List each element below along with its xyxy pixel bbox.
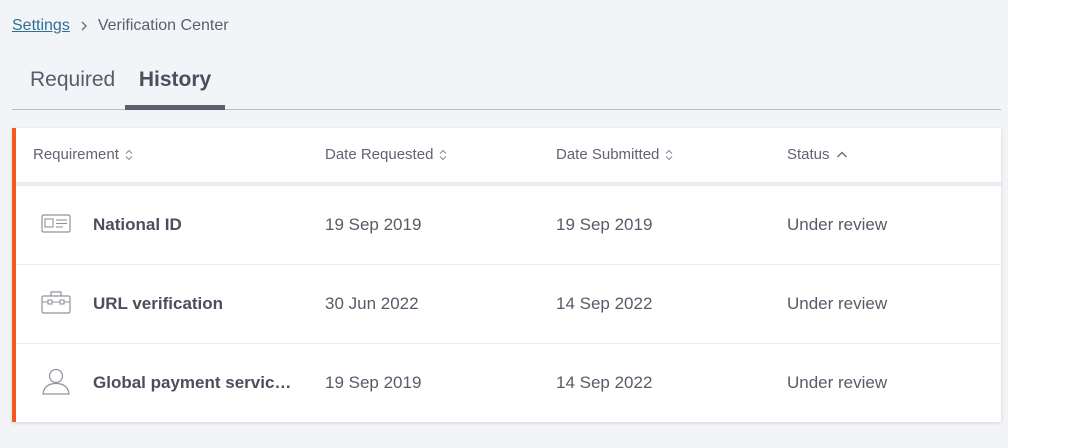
table-header: Requirement Date Requested Date Submitte… xyxy=(16,128,1001,186)
status: Under review xyxy=(787,373,888,392)
column-label: Status xyxy=(787,146,830,163)
sort-icon xyxy=(440,149,447,161)
date-submitted: 19 Sep 2019 xyxy=(556,215,653,234)
date-requested: 30 Jun 2022 xyxy=(325,294,419,313)
sort-icon xyxy=(666,149,673,161)
sort-ascending-icon xyxy=(836,151,847,158)
page: Settings Verification Center Required Hi… xyxy=(0,0,1008,448)
date-requested: 19 Sep 2019 xyxy=(325,373,422,392)
tab-required[interactable]: Required xyxy=(30,58,115,107)
column-header-date-requested[interactable]: Date Requested xyxy=(325,128,447,182)
id-card-icon xyxy=(41,214,71,233)
requirement-name: URL verification xyxy=(93,294,224,313)
status: Under review xyxy=(787,294,888,313)
table-row[interactable]: Global payment service q... 19 Sep 2019 … xyxy=(16,344,1001,422)
date-submitted: 14 Sep 2022 xyxy=(556,294,653,313)
table-row[interactable]: URL verification 30 Jun 2022 14 Sep 2022… xyxy=(16,265,1001,344)
column-label: Date Requested xyxy=(325,146,434,163)
column-label: Requirement xyxy=(33,146,119,163)
user-icon xyxy=(42,368,70,395)
date-requested: 19 Sep 2019 xyxy=(325,215,422,234)
chevron-right-icon xyxy=(79,21,89,31)
history-table: Requirement Date Requested Date Submitte… xyxy=(12,128,1001,422)
breadcrumb-current: Verification Center xyxy=(97,17,229,34)
requirement-name: Global payment service q... xyxy=(93,373,293,392)
column-header-date-submitted[interactable]: Date Submitted xyxy=(556,128,673,182)
date-submitted: 14 Sep 2022 xyxy=(556,373,653,392)
tab-history[interactable]: History xyxy=(125,58,225,110)
requirement-name: National ID xyxy=(93,215,182,234)
breadcrumb: Settings Verification Center xyxy=(12,16,229,36)
column-header-status[interactable]: Status xyxy=(787,128,848,182)
table-row[interactable]: National ID 19 Sep 2019 19 Sep 2019 Unde… xyxy=(16,186,1001,265)
column-label: Date Submitted xyxy=(556,146,660,163)
column-header-requirement[interactable]: Requirement xyxy=(33,128,133,182)
tab-bar: Required History xyxy=(12,58,1001,110)
breadcrumb-settings-link[interactable]: Settings xyxy=(12,17,70,35)
status: Under review xyxy=(787,215,888,234)
sort-icon xyxy=(125,149,133,161)
briefcase-icon xyxy=(41,291,71,314)
